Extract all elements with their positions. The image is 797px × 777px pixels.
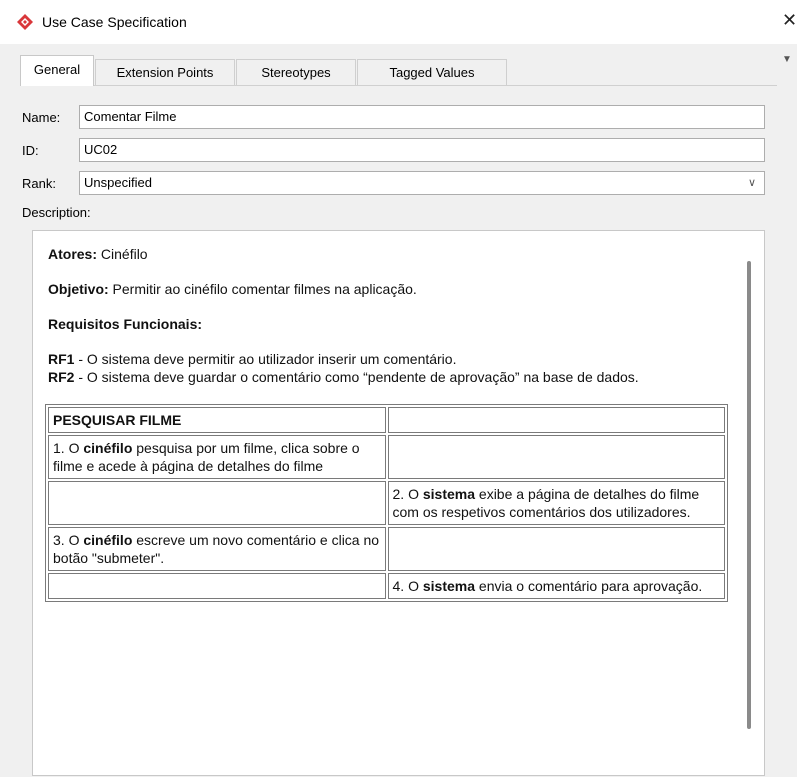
name-label: Name:: [22, 110, 61, 125]
objective-value: Permitir ao cinéfilo comentar filmes na …: [108, 281, 417, 297]
step-prefix: 4. O: [392, 578, 423, 594]
requirement-text: - O sistema deve permitir ao utilizador …: [74, 351, 457, 367]
objective-label: Objetivo:: [48, 281, 109, 297]
table-row: PESQUISAR FILME: [48, 407, 725, 433]
rank-select[interactable]: Unspecified ∨: [79, 171, 765, 195]
table-cell: [387, 527, 725, 571]
table-row: 2. O sistema exibe a página de detalhes …: [48, 481, 725, 525]
table-cell: 4. O sistema envia o comentário para apr…: [387, 573, 725, 599]
requirement-id: RF1: [48, 351, 75, 367]
step-actor: sistema: [422, 578, 476, 594]
table-cell: 1. O cinéfilo pesquisa por um filme, cli…: [48, 435, 386, 479]
id-label: ID:: [22, 143, 39, 158]
table-cell: [387, 407, 725, 433]
description-editor[interactable]: Atores: Cinéfilo Objetivo: Permitir ao c…: [32, 230, 765, 776]
tab-stereotypes[interactable]: Stereotypes: [236, 59, 356, 85]
close-icon[interactable]: ✕: [782, 10, 797, 31]
table-cell: [48, 481, 386, 525]
requirements-heading: Requisitos Funcionais:: [48, 315, 728, 333]
requirement-rf2: RF2 - O sistema deve guardar o comentári…: [48, 368, 728, 386]
table-cell: [387, 435, 725, 479]
name-field[interactable]: Comentar Filme: [79, 105, 765, 129]
actors-line: Atores: Cinéfilo: [48, 245, 728, 263]
table-cell: [48, 573, 386, 599]
description-label: Description:: [22, 205, 91, 220]
tab-general[interactable]: General: [20, 55, 94, 86]
diamond-logo-icon: [17, 14, 33, 30]
table-row: 4. O sistema envia o comentário para apr…: [48, 573, 725, 599]
table-header-cell: PESQUISAR FILME: [48, 407, 386, 433]
vertical-scrollbar[interactable]: [747, 261, 751, 729]
tab-tagged-values[interactable]: Tagged Values: [357, 59, 507, 85]
objective-line: Objetivo: Permitir ao cinéfilo comentar …: [48, 280, 728, 298]
menu-dropdown-icon[interactable]: ▼: [782, 54, 792, 65]
step-prefix: 3. O: [53, 532, 84, 548]
actors-value: Cinéfilo: [97, 246, 148, 262]
tab-extension-points[interactable]: Extension Points: [95, 59, 235, 85]
table-row: 1. O cinéfilo pesquisa por um filme, cli…: [48, 435, 725, 479]
table-row: 3. O cinéfilo escreve um novo comentário…: [48, 527, 725, 571]
step-text: envia o comentário para aprovação.: [475, 578, 703, 594]
table-header-text: PESQUISAR FILME: [53, 412, 182, 428]
id-field[interactable]: UC02: [79, 138, 765, 162]
requirement-id: RF2: [48, 369, 75, 385]
description-content: Atores: Cinéfilo Objetivo: Permitir ao c…: [45, 245, 728, 602]
title-bar: Use Case Specification ✕: [0, 0, 797, 44]
rank-label: Rank:: [22, 176, 56, 191]
actors-label: Atores:: [48, 246, 98, 262]
step-prefix: 1. O: [53, 440, 84, 456]
step-actor: cinéfilo: [83, 532, 133, 548]
chevron-down-icon: ∨: [747, 177, 756, 189]
step-actor: sistema: [422, 486, 476, 502]
window-title: Use Case Specification: [42, 14, 187, 30]
requirement-text: - O sistema deve guardar o comentário co…: [74, 369, 639, 385]
step-prefix: 2. O: [392, 486, 423, 502]
step-actor: cinéfilo: [83, 440, 133, 456]
table-cell: 3. O cinéfilo escreve um novo comentário…: [48, 527, 386, 571]
rank-value: Unspecified: [84, 175, 152, 190]
requirement-rf1: RF1 - O sistema deve permitir ao utiliza…: [48, 350, 728, 368]
requirements-heading-text: Requisitos Funcionais:: [48, 316, 203, 332]
flow-table: PESQUISAR FILME 1. O cinéfilo pesquisa p…: [45, 404, 728, 602]
table-cell: 2. O sistema exibe a página de detalhes …: [387, 481, 725, 525]
